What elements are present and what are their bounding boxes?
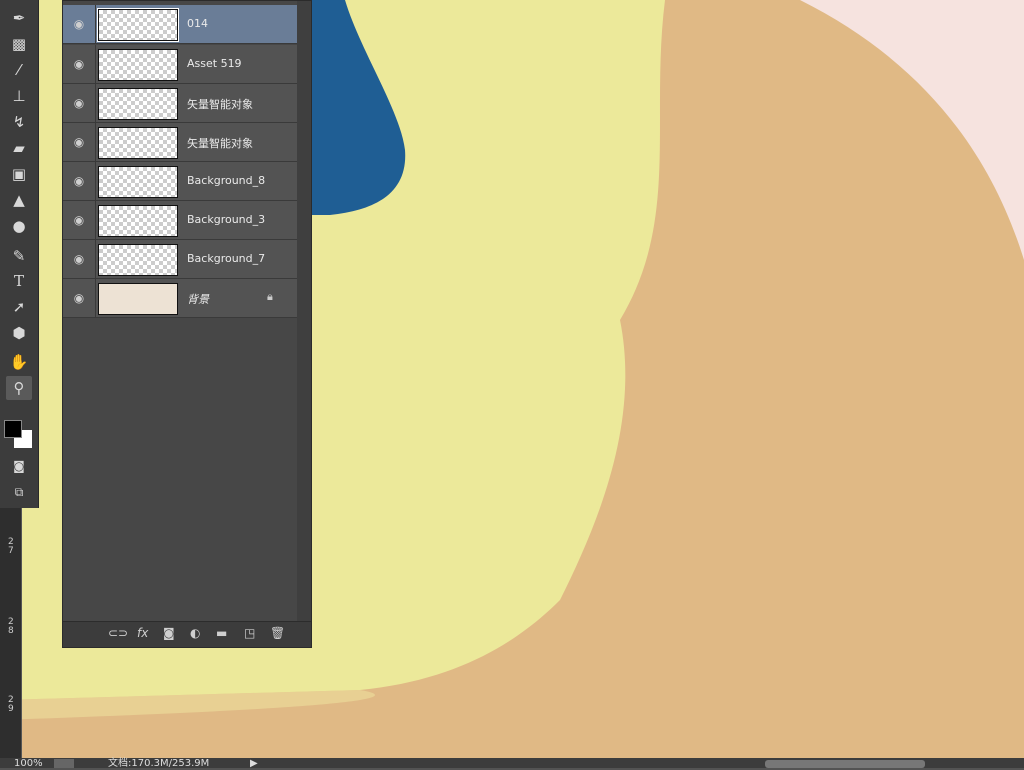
- ruler-label: 29: [8, 695, 14, 714]
- link-icon[interactable]: ⊂⊃: [108, 626, 128, 640]
- layer-row[interactable]: ◉ 背景 🔒︎: [63, 279, 297, 318]
- quick-mask-icon[interactable]: ◙: [6, 454, 32, 478]
- eyedropper-icon[interactable]: ✒: [6, 6, 32, 30]
- layer-name: Background_8: [187, 174, 266, 187]
- layers-scrollbar[interactable]: [297, 1, 311, 621]
- type-icon[interactable]: T: [6, 269, 32, 293]
- layer-name: 矢量智能对象: [187, 98, 253, 111]
- fx-icon[interactable]: fx: [137, 626, 148, 640]
- mask-icon[interactable]: ◙: [163, 626, 175, 640]
- layers-panel: ◉ 014 ◉ Asset 519 ◉ 矢量智能对象 ◉ 矢量智能对象 ◉ Backgro…: [62, 0, 312, 648]
- layer-thumbnail: [98, 166, 178, 198]
- pen-icon[interactable]: ✎: [6, 244, 32, 268]
- layer-row[interactable]: ◉ Background_8: [63, 162, 297, 201]
- dodge-icon[interactable]: ●: [6, 214, 32, 238]
- layer-name: Background_3: [187, 213, 266, 226]
- folder-icon[interactable]: ▬: [216, 626, 227, 640]
- layer-row[interactable]: ◉ Asset 519: [63, 45, 297, 84]
- status-bar: 100% 文档:170.3M/253.9M ▶: [0, 758, 1024, 770]
- layer-name: Background_7: [187, 252, 266, 265]
- hand-icon[interactable]: ✋: [6, 350, 32, 374]
- screen-mode-icon[interactable]: ⧉: [6, 480, 32, 504]
- foreground-color[interactable]: [4, 420, 22, 438]
- shape-icon[interactable]: ⬢: [6, 321, 32, 345]
- layer-row[interactable]: ◉ Background_3: [63, 201, 297, 240]
- layer-row[interactable]: ◉ 矢量智能对象: [63, 84, 297, 123]
- layer-row[interactable]: ◉ 014: [63, 5, 297, 44]
- eye-icon[interactable]: ◉: [71, 96, 87, 110]
- layer-thumbnail: [98, 88, 178, 120]
- eraser-icon[interactable]: ▰: [6, 136, 32, 160]
- adjustment-icon[interactable]: ◐: [190, 626, 200, 640]
- layer-thumbnail: [98, 49, 178, 81]
- layer-name: 014: [187, 17, 208, 30]
- eye-icon[interactable]: ◉: [71, 135, 87, 149]
- zoom-level[interactable]: 100%: [14, 758, 43, 770]
- sharpen-icon[interactable]: ▲: [6, 188, 32, 212]
- path-select-icon[interactable]: ➚: [6, 295, 32, 319]
- status-menu-arrow-icon[interactable]: ▶: [250, 758, 258, 770]
- layer-row[interactable]: ◉ Background_7: [63, 240, 297, 279]
- layer-thumbnail: [98, 244, 178, 276]
- stamp-icon[interactable]: ⊥: [6, 84, 32, 108]
- doc-size: 文档:170.3M/253.9M: [108, 758, 210, 769]
- layer-name: 背景: [187, 293, 209, 306]
- zoom-icon[interactable]: ⚲: [6, 376, 32, 400]
- horizontal-scrollbar[interactable]: [765, 760, 925, 768]
- eye-icon[interactable]: ◉: [71, 252, 87, 266]
- layer-row[interactable]: ◉ 矢量智能对象: [63, 123, 297, 162]
- eye-icon[interactable]: ◉: [71, 57, 87, 71]
- layer-thumbnail: [98, 205, 178, 237]
- eye-icon[interactable]: ◉: [71, 17, 87, 31]
- eye-icon[interactable]: ◉: [71, 291, 87, 305]
- ruler-label: 28: [8, 617, 14, 636]
- eye-icon[interactable]: ◉: [71, 213, 87, 227]
- layer-name: Asset 519: [187, 57, 242, 70]
- proof-icon: [54, 759, 74, 768]
- layer-thumbnail: [98, 283, 178, 315]
- layer-thumbnail: [98, 127, 178, 159]
- marquee-icon[interactable]: ▩: [6, 32, 32, 56]
- lock-icon[interactable]: 🔒︎: [267, 290, 273, 304]
- vertical-ruler: 27 28 29: [0, 508, 22, 758]
- brush-icon[interactable]: ⁄: [6, 58, 32, 82]
- eye-icon[interactable]: ◉: [71, 174, 87, 188]
- ruler-label: 27: [8, 537, 14, 556]
- new-layer-icon[interactable]: ◳: [244, 626, 255, 640]
- layers-footer: ⊂⊃ fx ◙ ◐ ▬ ◳ 🗑︎: [63, 621, 311, 647]
- history-brush-icon[interactable]: ↯: [6, 110, 32, 134]
- trash-icon[interactable]: 🗑︎: [270, 626, 285, 640]
- gradient-icon[interactable]: ▣: [6, 162, 32, 186]
- layer-name: 矢量智能对象: [187, 137, 253, 150]
- tools-panel: ✒ ▩ ⁄ ⊥ ↯ ▰ ▣ ▲ ● ✎ T ➚ ⬢ ✋ ⚲ ◙ ⧉: [0, 0, 39, 508]
- layer-thumbnail: [97, 8, 179, 42]
